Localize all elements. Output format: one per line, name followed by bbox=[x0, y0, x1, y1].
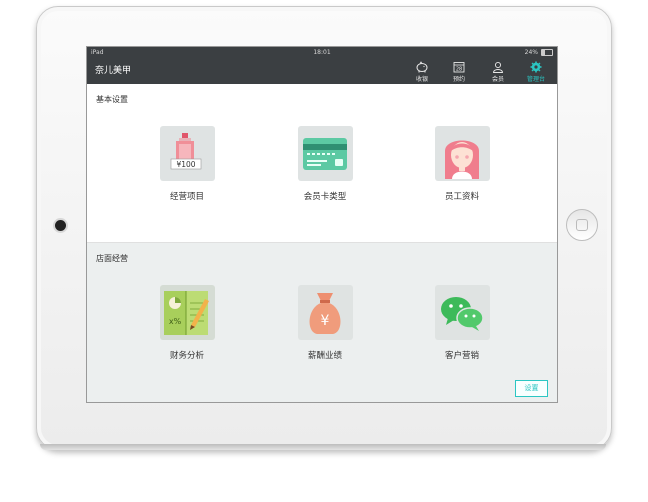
tile-financial-analysis[interactable]: x% 财务分析 bbox=[142, 285, 232, 361]
ipad-frame-edge bbox=[40, 444, 606, 450]
money-bag-icon: ¥ bbox=[297, 285, 353, 340]
user-icon bbox=[493, 61, 503, 73]
tile-label: 财务分析 bbox=[169, 351, 204, 361]
section-basic-settings: 基本设置 ¥100 经营项目 会员卡类型 员工资料 bbox=[87, 84, 557, 243]
tile-customer-marketing[interactable]: 客户营销 bbox=[417, 285, 507, 361]
finance-glyph: x% bbox=[169, 317, 182, 326]
gear-icon bbox=[530, 61, 542, 73]
piggy-bank-icon bbox=[416, 61, 428, 73]
tile-label: 客户营销 bbox=[444, 351, 479, 361]
money-glyph: ¥ bbox=[321, 313, 330, 329]
top-nav-bar: 奈儿美甲 收银 28 预约 会员 管理台 bbox=[87, 58, 557, 84]
tile-label: 会员卡类型 bbox=[303, 192, 347, 202]
wechat-icon bbox=[434, 285, 490, 340]
tile-salary-performance[interactable]: ¥ 薪酬业绩 bbox=[280, 285, 370, 361]
store-title: 奈儿美甲 bbox=[95, 66, 132, 76]
settings-button[interactable]: 设置 bbox=[515, 380, 548, 397]
nav-label-booking: 预约 bbox=[452, 76, 465, 83]
tile-label: 薪酬业绩 bbox=[307, 351, 342, 361]
nav-item-member[interactable]: 会员 bbox=[481, 59, 515, 83]
price-tag-text: ¥100 bbox=[176, 160, 195, 169]
staff-avatar-icon bbox=[434, 126, 490, 181]
app-screen: iPad 18:01 24% 奈儿美甲 收银 28 预约 会员 管理台 基本设置… bbox=[86, 46, 558, 403]
nav-item-booking[interactable]: 28 预约 bbox=[442, 59, 476, 83]
home-button[interactable] bbox=[566, 209, 598, 241]
nav-label-member: 会员 bbox=[491, 76, 504, 83]
perfume-price-icon: ¥100 bbox=[159, 126, 215, 181]
nav-item-admin[interactable]: 管理台 bbox=[519, 59, 553, 83]
section-title: 店面经营 bbox=[96, 254, 128, 263]
status-bar: iPad 18:01 24% bbox=[87, 47, 557, 58]
calendar-icon: 28 bbox=[453, 62, 465, 73]
tile-member-card-types[interactable]: 会员卡类型 bbox=[280, 126, 370, 202]
nav-item-cashier[interactable]: 收银 bbox=[405, 59, 439, 83]
calendar-date: 28 bbox=[456, 67, 462, 73]
status-time: 18:01 bbox=[313, 49, 331, 56]
battery-percent: 24% bbox=[524, 49, 538, 56]
tile-staff-info[interactable]: 员工资料 bbox=[417, 126, 507, 202]
tile-business-items[interactable]: ¥100 经营项目 bbox=[142, 126, 232, 202]
battery-icon bbox=[541, 49, 553, 56]
tile-label: 员工资料 bbox=[444, 192, 479, 202]
finance-notebook-icon: x% bbox=[159, 285, 215, 340]
section-store-operations: 店面经营 x% 财务分析 ¥ 薪酬业绩 客户营销 设置 bbox=[87, 243, 557, 402]
tile-label: 经营项目 bbox=[169, 192, 204, 202]
member-card-icon bbox=[297, 126, 353, 181]
nav-label-admin: 管理台 bbox=[526, 76, 545, 83]
section-title: 基本设置 bbox=[96, 95, 128, 104]
front-camera bbox=[55, 220, 66, 231]
nav-label-cashier: 收银 bbox=[415, 76, 428, 83]
